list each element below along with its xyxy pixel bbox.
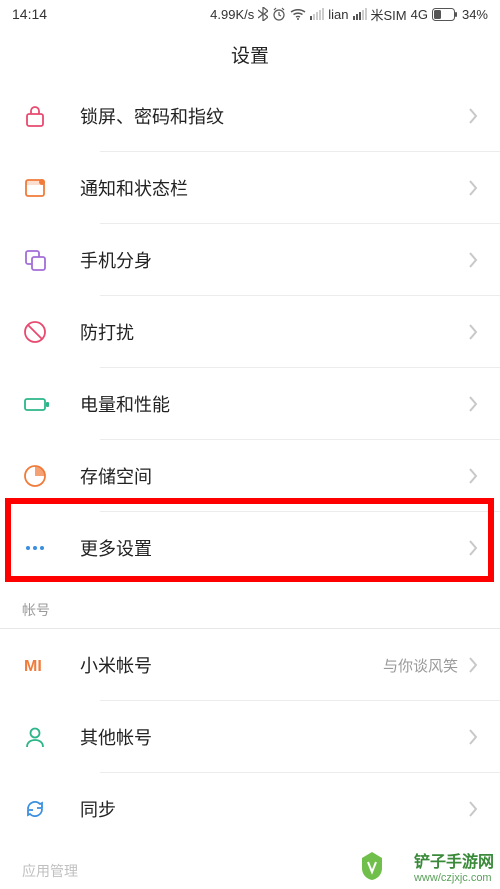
status-left: 14:14 [12,6,47,22]
settings-list: 锁屏、密码和指纹 通知和状态栏 手机分身 防打扰 电量和性能 [0,80,500,883]
row-dnd[interactable]: 防打扰 [0,296,500,368]
status-battery-pct: 34% [462,7,488,22]
row-label: 更多设置 [80,535,468,561]
row-notification[interactable]: 通知和状态栏 [0,152,500,224]
row-value: 与你谈风笑 [383,655,458,676]
chevron-right-icon [468,251,478,269]
person-icon [22,724,80,750]
row-label: 防打扰 [80,319,468,345]
notification-bar-icon [22,175,80,201]
alarm-icon [272,7,286,21]
row-label: 手机分身 [80,247,468,273]
storage-pie-icon [22,463,80,489]
signal-1-icon [310,8,324,20]
row-label: 电量和性能 [80,391,468,417]
status-bar: 14:14 4.99K/s lian 米SIM 4G 34% [0,0,500,28]
chevron-right-icon [468,395,478,413]
more-dots-icon [22,535,80,561]
row-storage[interactable]: 存储空间 [0,440,500,512]
row-mi-account[interactable]: MI 小米帐号 与你谈风笑 [0,629,500,701]
dual-rect-icon [22,247,80,273]
row-more-settings[interactable]: 更多设置 [0,512,500,584]
status-network: 4G [411,7,428,22]
row-label: 通知和状态栏 [80,175,468,201]
row-sync[interactable]: 同步 [0,773,500,845]
chevron-right-icon [468,539,478,557]
row-battery[interactable]: 电量和性能 [0,368,500,440]
status-right: 4.99K/s lian 米SIM 4G 34% [210,5,488,24]
lock-icon [22,103,80,129]
bluetooth-icon [258,7,268,21]
svg-text:MI: MI [24,658,42,675]
signal-2-icon [353,8,367,20]
page-title: 设置 [0,28,500,80]
row-lockscreen[interactable]: 锁屏、密码和指纹 [0,80,500,152]
chevron-right-icon [468,467,478,485]
row-label: 小米帐号 [80,652,383,678]
wifi-icon [290,8,306,20]
section-accounts-label: 帐号 [0,584,500,628]
row-second-space[interactable]: 手机分身 [0,224,500,296]
chevron-right-icon [468,728,478,746]
dnd-icon [22,319,80,345]
chevron-right-icon [468,656,478,674]
watermark-text: 铲子手游网 www/czjxjc.com [414,853,494,885]
chevron-right-icon [468,107,478,125]
row-label: 同步 [80,796,468,822]
row-label: 锁屏、密码和指纹 [80,103,468,129]
battery-perf-icon [22,391,80,417]
battery-icon [432,8,458,21]
sync-icon [22,796,80,822]
chevron-right-icon [468,179,478,197]
status-time: 14:14 [12,6,47,22]
chevron-right-icon [468,323,478,341]
row-other-accounts[interactable]: 其他帐号 [0,701,500,773]
watermark-logo-icon [354,848,390,889]
status-sim: 米SIM [371,5,407,24]
status-speed: 4.99K/s [210,7,254,22]
status-carrier: lian [328,7,348,22]
row-label: 存储空间 [80,463,468,489]
row-label: 其他帐号 [80,724,468,750]
mi-logo-icon: MI [22,652,80,678]
chevron-right-icon [468,800,478,818]
